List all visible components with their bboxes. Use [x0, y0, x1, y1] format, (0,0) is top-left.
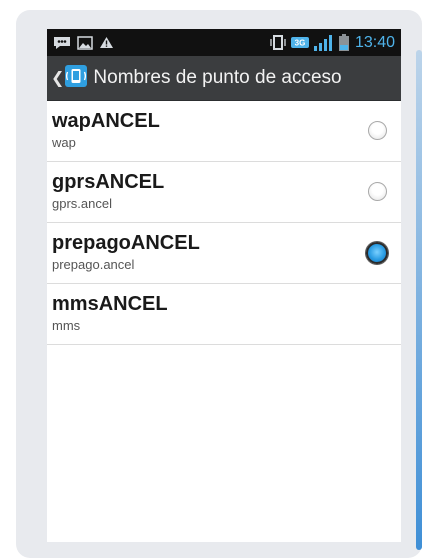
image-icon — [77, 35, 93, 50]
apn-address: gprs.ancel — [52, 196, 112, 211]
battery-icon — [338, 34, 349, 51]
apn-name: prepagoANCEL — [52, 232, 200, 254]
apn-radio-button-selected[interactable] — [366, 242, 388, 264]
warning-icon — [99, 36, 114, 49]
apn-list-item[interactable]: mmsANCEL mms — [47, 284, 401, 345]
status-bar: 3G 13:40 — [47, 29, 401, 56]
phone-screen: 3G 13:40 ❮ Nombres de punto de acceso wa… — [47, 29, 401, 542]
network-badge-label: 3G — [295, 39, 306, 48]
clock: 13:40 — [354, 33, 395, 51]
apn-address: wap — [52, 135, 76, 150]
apn-address: prepago.ancel — [52, 257, 135, 272]
signal-icon — [313, 34, 335, 51]
back-chevron-icon[interactable]: ❮ — [51, 68, 64, 88]
apn-name: gprsANCEL — [52, 171, 165, 193]
network-badge: 3G — [290, 37, 309, 48]
apn-list-item[interactable]: prepagoANCEL prepago.ancel — [47, 223, 401, 284]
apn-list-item[interactable]: wapANCEL wap — [47, 101, 401, 162]
apn-name: wapANCEL — [52, 110, 160, 132]
action-bar: ❮ Nombres de punto de acceso — [47, 56, 401, 101]
page-title: Nombres de punto de acceso — [93, 67, 342, 88]
message-icon — [53, 36, 71, 50]
apn-address: mms — [52, 318, 81, 333]
apn-settings-icon[interactable] — [65, 64, 88, 92]
frame-edge-accent — [416, 50, 422, 550]
apn-name: mmsANCEL — [52, 293, 168, 315]
apn-list-item[interactable]: gprsANCEL gprs.ancel — [47, 162, 401, 223]
apn-radio-button[interactable] — [368, 121, 387, 140]
apn-radio-button[interactable] — [368, 182, 387, 201]
apn-list: wapANCEL wap gprsANCEL gprs.ancel prepag… — [47, 101, 401, 345]
vibrate-icon — [269, 34, 287, 51]
